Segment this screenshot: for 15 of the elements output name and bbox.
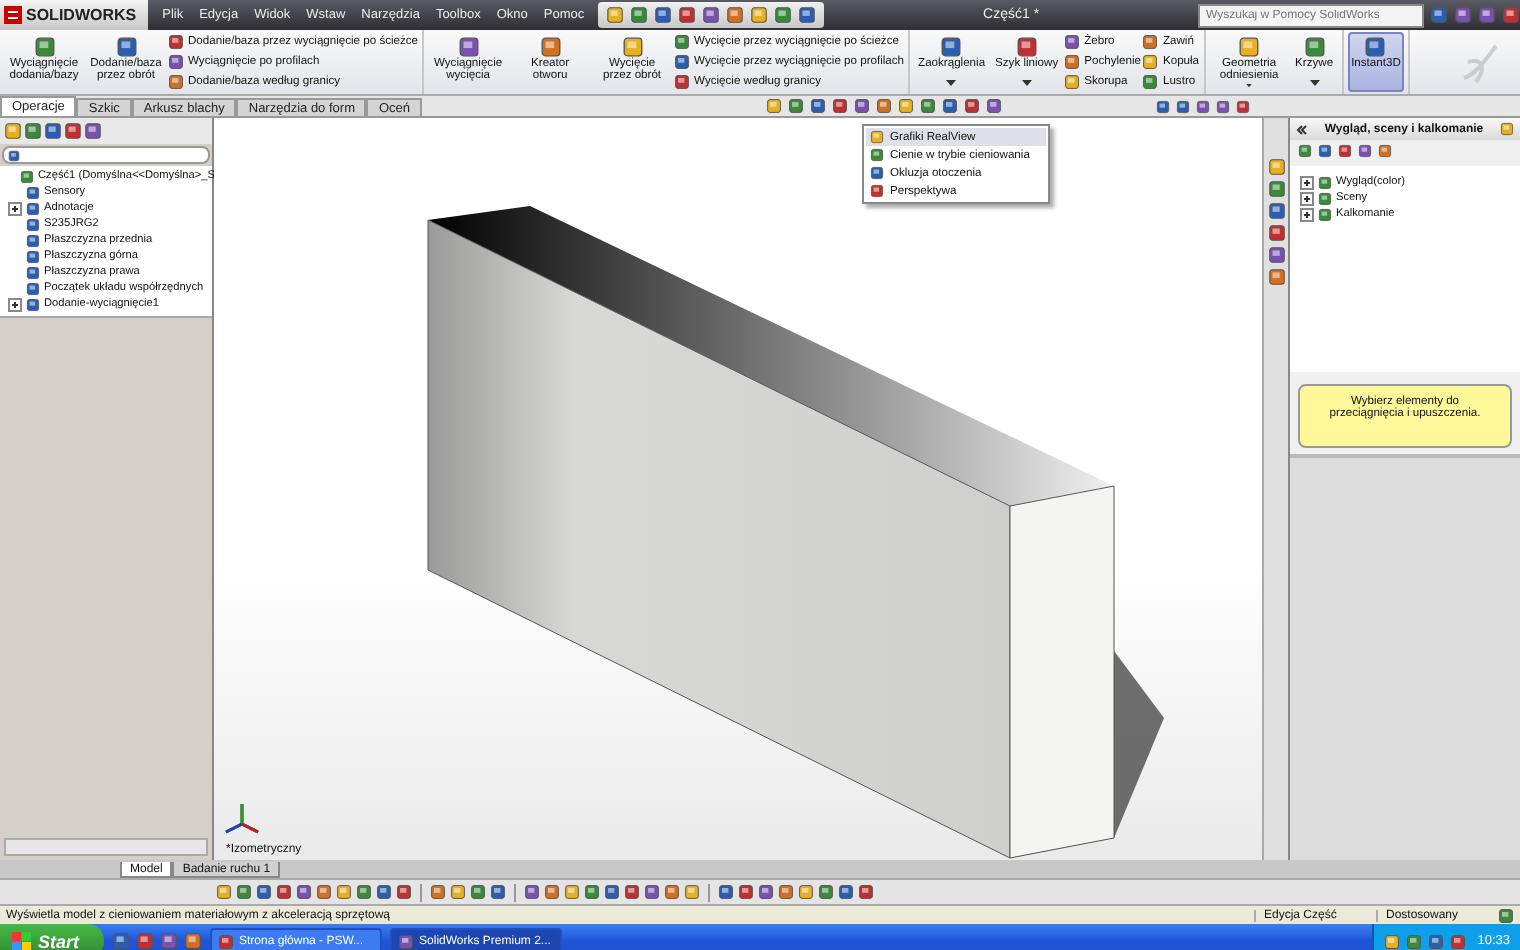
expand-icon[interactable] xyxy=(1300,175,1314,189)
collapse-icon[interactable] xyxy=(1296,123,1308,135)
caret-icon[interactable] xyxy=(946,80,957,88)
expand-icon[interactable] xyxy=(8,201,22,215)
caret-icon[interactable] xyxy=(1244,83,1255,88)
caret-icon[interactable] xyxy=(1309,80,1320,88)
scrollbar[interactable] xyxy=(4,838,208,856)
caret-icon[interactable] xyxy=(1021,80,1032,88)
app-logo: SOLIDWORKS xyxy=(0,0,149,30)
expand-icon[interactable] xyxy=(1300,207,1314,221)
windows-logo-icon xyxy=(12,931,32,950)
expand-icon[interactable] xyxy=(1300,191,1314,205)
axis-triad-icon xyxy=(222,800,262,836)
expand-icon[interactable] xyxy=(8,297,22,311)
filter-field[interactable] xyxy=(2,146,210,164)
